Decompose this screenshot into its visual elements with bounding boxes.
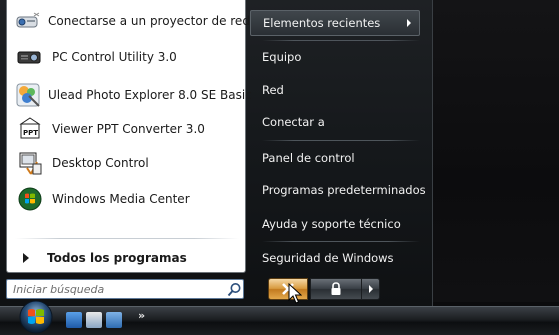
right-item-label: Programas predeterminados bbox=[262, 183, 426, 197]
all-programs-label: Todos los programas bbox=[47, 251, 187, 265]
program-item-projector[interactable]: Conectarse a un proyector de red bbox=[7, 4, 250, 38]
show-desktop-icon[interactable] bbox=[66, 312, 82, 328]
desktop-background bbox=[432, 0, 559, 302]
svg-text:PPT: PPT bbox=[23, 129, 38, 137]
media-center-icon bbox=[15, 184, 45, 214]
start-orb-button[interactable] bbox=[16, 298, 56, 334]
right-item-label: Elementos recientes bbox=[263, 16, 381, 30]
all-programs-button[interactable]: Todos los programas bbox=[13, 247, 239, 269]
program-item-pc-control[interactable]: PC Control Utility 3.0 bbox=[7, 40, 243, 74]
program-label: Desktop Control bbox=[52, 156, 149, 170]
right-separator bbox=[262, 40, 420, 41]
search-icon[interactable] bbox=[227, 282, 242, 297]
program-label: Ulead Photo Explorer 8.0 SE Basic bbox=[48, 88, 252, 102]
program-label: Windows Media Center bbox=[52, 192, 190, 206]
power-options-button[interactable] bbox=[362, 278, 380, 300]
media-player-icon[interactable] bbox=[106, 312, 122, 328]
switch-windows-icon[interactable] bbox=[86, 312, 102, 328]
programs-pane: Conectarse a un proyector de red PC Cont… bbox=[6, 0, 252, 273]
quick-launch-bar bbox=[66, 312, 122, 328]
projector-icon bbox=[15, 6, 41, 36]
right-item-label: Ayuda y soporte técnico bbox=[262, 217, 401, 231]
desktop-control-icon bbox=[15, 148, 45, 178]
projector-device-icon bbox=[15, 42, 45, 72]
program-label: PC Control Utility 3.0 bbox=[52, 50, 177, 64]
search-input[interactable] bbox=[9, 281, 227, 297]
program-item-photo-explorer[interactable]: Ulead Photo Explorer 8.0 SE Basic bbox=[7, 78, 252, 112]
right-item-help[interactable]: Ayuda y soporte técnico bbox=[250, 211, 420, 237]
mouse-cursor-icon bbox=[288, 283, 302, 304]
right-separator bbox=[262, 140, 420, 141]
all-programs-arrow-icon bbox=[23, 253, 29, 263]
program-item-media-center[interactable]: Windows Media Center bbox=[7, 182, 243, 216]
program-label: Viewer PPT Converter 3.0 bbox=[52, 122, 205, 136]
right-item-label: Panel de control bbox=[262, 151, 355, 165]
power-options-arrow-icon bbox=[368, 285, 373, 293]
lock-icon bbox=[331, 282, 341, 295]
right-item-default-programs[interactable]: Programas predeterminados bbox=[250, 177, 426, 203]
program-label: Conectarse a un proyector de red bbox=[48, 14, 250, 28]
power-buttons bbox=[268, 278, 380, 300]
right-item-label: Conectar a bbox=[262, 115, 325, 129]
right-item-network[interactable]: Red bbox=[250, 77, 420, 103]
right-item-label: Seguridad de Windows bbox=[262, 251, 394, 265]
submenu-arrow-icon bbox=[407, 19, 411, 27]
program-item-ppt-converter[interactable]: PPT Viewer PPT Converter 3.0 bbox=[7, 112, 243, 146]
right-item-computer[interactable]: Equipo bbox=[250, 44, 420, 70]
search-box[interactable] bbox=[6, 279, 244, 299]
program-item-desktop-control[interactable]: Desktop Control bbox=[7, 146, 243, 180]
photo-explorer-icon bbox=[15, 80, 41, 110]
programs-separator bbox=[15, 238, 239, 239]
lock-button[interactable] bbox=[310, 278, 362, 300]
right-separator bbox=[262, 241, 420, 242]
ppt-converter-icon: PPT bbox=[15, 114, 45, 144]
quick-launch-more-icon[interactable]: » bbox=[138, 309, 145, 322]
right-item-control-panel[interactable]: Panel de control bbox=[250, 145, 420, 171]
right-item-windows-security[interactable]: Seguridad de Windows bbox=[250, 245, 420, 271]
start-menu: Conectarse a un proyector de red PC Cont… bbox=[0, 0, 433, 306]
right-item-connect-to[interactable]: Conectar a bbox=[250, 109, 420, 135]
right-item-recent[interactable]: Elementos recientes bbox=[250, 10, 420, 36]
right-item-label: Red bbox=[262, 83, 284, 97]
right-item-label: Equipo bbox=[262, 50, 302, 64]
